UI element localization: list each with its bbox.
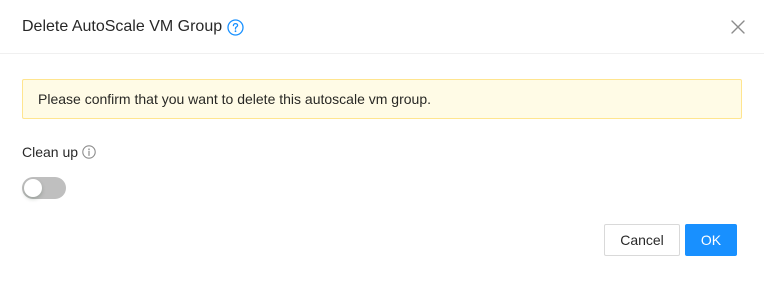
ok-button[interactable]: OK — [685, 224, 737, 256]
alert-message: Please confirm that you want to delete t… — [38, 91, 431, 107]
toggle-knob — [24, 179, 42, 197]
cleanup-label: Clean up — [22, 144, 79, 160]
cancel-button[interactable]: Cancel — [604, 224, 680, 256]
cleanup-toggle[interactable] — [22, 177, 66, 199]
cleanup-label-row: Clean up — [22, 143, 96, 161]
dialog-header: Delete AutoScale VM Group — [0, 0, 764, 54]
close-icon[interactable] — [729, 18, 747, 36]
dialog-title: Delete AutoScale VM Group — [22, 18, 223, 35]
dialog-title-row: Delete AutoScale VM Group — [22, 16, 244, 38]
question-circle-icon[interactable] — [227, 18, 244, 36]
warning-alert: Please confirm that you want to delete t… — [22, 79, 742, 119]
delete-autoscale-dialog: Delete AutoScale VM Group Please confirm… — [0, 0, 764, 300]
info-circle-icon[interactable] — [82, 145, 96, 159]
